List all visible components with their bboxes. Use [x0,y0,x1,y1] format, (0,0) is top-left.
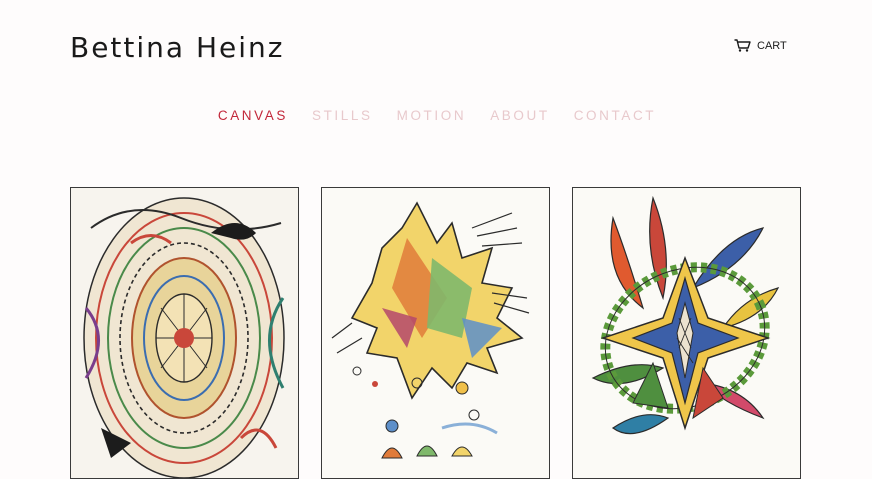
nav-item-motion[interactable]: MOTION [395,108,467,123]
nav-item-contact[interactable]: CONTACT [572,108,656,123]
nav-item-about[interactable]: ABOUT [488,108,550,123]
cart-link[interactable]: CART [734,39,787,52]
artwork-image [573,188,800,478]
site-header: Bettina Heinz CART [0,0,872,160]
shopping-cart-icon [734,39,751,52]
nav-item-stills[interactable]: STILLS [310,108,373,123]
cart-label: CART [757,39,787,52]
artwork-card[interactable] [70,187,299,479]
main-nav: CANVAS STILLS MOTION ABOUT CONTACT [0,108,872,123]
artwork-card[interactable] [572,187,801,479]
nav-item-canvas[interactable]: CANVAS [216,108,288,123]
artwork-card[interactable] [321,187,550,479]
site-title[interactable]: Bettina Heinz [70,30,284,66]
artwork-image [71,188,298,478]
artwork-image [322,188,549,478]
